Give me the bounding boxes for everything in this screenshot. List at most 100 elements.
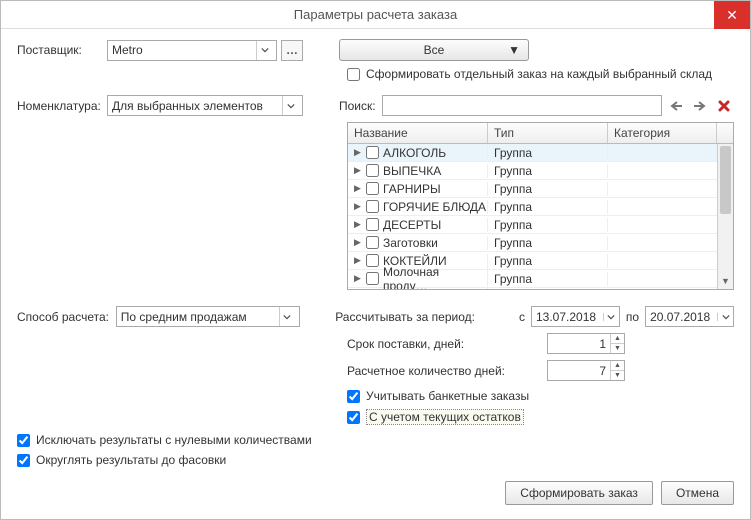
search-prev-button[interactable] [666, 96, 686, 116]
expand-icon[interactable]: ▶ [354, 147, 362, 158]
row-type: Группа [488, 272, 608, 286]
delivery-days-value: 1 [548, 337, 610, 351]
spin-up-icon[interactable]: ▲ [611, 361, 624, 371]
table-row[interactable]: ▶Молочная проду…Группа [348, 270, 717, 288]
row-name: ГАРНИРЫ [383, 182, 441, 196]
table-row[interactable]: ▶ Заготовки Группа [348, 234, 717, 252]
row-name: ВЫПЕЧКА [383, 164, 441, 178]
calc-method-label: Способ расчета: [17, 310, 116, 324]
banquet-label: Учитывать банкетные заказы [366, 389, 529, 403]
search-label: Поиск: [339, 99, 376, 113]
submit-button[interactable]: Сформировать заказ [505, 481, 653, 505]
row-name: ДЕСЕРТЫ [383, 218, 441, 232]
col-type[interactable]: Тип [488, 123, 608, 143]
expand-icon[interactable]: ▶ [354, 201, 362, 212]
separate-order-label: Сформировать отдельный заказ на каждый в… [366, 67, 712, 81]
separate-order-checkbox[interactable]: Сформировать отдельный заказ на каждый в… [347, 67, 712, 81]
row-type: Группа [488, 182, 608, 196]
exclude-zero-checkbox[interactable]: Исключать результаты с нулевыми количест… [17, 433, 312, 447]
calc-days-label: Расчетное количество дней: [347, 364, 547, 378]
period-from-value: 13.07.2018 [532, 310, 603, 324]
exclude-zero-checkbox-input[interactable] [17, 434, 30, 447]
spin-down-icon[interactable]: ▼ [611, 371, 624, 380]
from-label: с [519, 310, 525, 324]
to-label: по [626, 310, 639, 324]
supplier-select[interactable]: Metro [107, 40, 277, 61]
row-name: Заготовки [383, 236, 438, 250]
cancel-button[interactable]: Отмена [661, 481, 734, 505]
col-category[interactable]: Категория [608, 123, 717, 143]
search-next-button[interactable] [690, 96, 710, 116]
search-clear-button[interactable] [714, 96, 734, 116]
round-checkbox[interactable]: Округлять результаты до фасовки [17, 453, 226, 467]
warehouse-dropdown[interactable]: Все ▼ [339, 39, 529, 61]
row-type: Группа [488, 200, 608, 214]
table-row[interactable]: ▶ ДЕСЕРТЫ Группа [348, 216, 717, 234]
table-row[interactable]: ▶ ВЫПЕЧКА Группа [348, 162, 717, 180]
spin-up-icon[interactable]: ▲ [611, 334, 624, 344]
row-name: Молочная проду… [383, 265, 487, 290]
banquet-checkbox[interactable]: Учитывать банкетные заказы [347, 389, 529, 403]
row-checkbox[interactable] [366, 182, 379, 195]
col-name[interactable]: Название [348, 123, 488, 143]
titlebar: Параметры расчета заказа ✕ [1, 1, 750, 29]
scroll-thumb[interactable] [720, 146, 731, 214]
period-label: Рассчитывать за период: [335, 310, 513, 324]
close-button[interactable]: ✕ [714, 1, 750, 29]
row-type: Группа [488, 218, 608, 232]
expand-icon[interactable]: ▶ [354, 219, 362, 230]
calc-method-select[interactable]: По средним продажам [116, 306, 300, 327]
chevron-down-icon [256, 41, 272, 60]
scroll-down-icon[interactable]: ▼ [718, 273, 733, 289]
expand-icon[interactable]: ▶ [354, 237, 362, 248]
chevron-down-icon [603, 313, 619, 321]
separate-order-checkbox-input[interactable] [347, 68, 360, 81]
round-label: Округлять результаты до фасовки [36, 453, 226, 467]
table-row[interactable]: ▶ ГАРНИРЫ Группа [348, 180, 717, 198]
row-checkbox[interactable] [366, 218, 379, 231]
banquet-checkbox-input[interactable] [347, 390, 360, 403]
chevron-down-icon [717, 313, 733, 321]
chevron-down-icon [279, 307, 295, 326]
supplier-value: Metro [112, 43, 143, 57]
expand-icon[interactable]: ▶ [354, 165, 362, 176]
table-row[interactable]: ▶ АЛКОГОЛЬ Группа [348, 144, 717, 162]
stock-checkbox[interactable]: С учетом текущих остатков [347, 409, 524, 425]
nomenclature-select[interactable]: Для выбранных элементов [107, 95, 303, 116]
table-row[interactable]: ▶ ГОРЯЧИЕ БЛЮДАГруппа [348, 198, 717, 216]
calc-method-value: По средним продажам [121, 310, 247, 324]
delivery-days-input[interactable]: 1 ▲▼ [547, 333, 625, 354]
search-input[interactable] [382, 95, 662, 116]
supplier-browse-button[interactable]: … [281, 40, 303, 61]
row-checkbox[interactable] [366, 200, 379, 213]
supplier-label: Поставщик: [17, 43, 107, 57]
row-name: АЛКОГОЛЬ [383, 146, 446, 160]
row-checkbox[interactable] [366, 164, 379, 177]
row-type: Группа [488, 254, 608, 268]
delivery-days-label: Срок поставки, дней: [347, 337, 547, 351]
spin-down-icon[interactable]: ▼ [611, 344, 624, 353]
row-checkbox[interactable] [366, 272, 379, 285]
warehouse-value: Все [424, 43, 445, 57]
expand-icon[interactable]: ▶ [354, 183, 362, 194]
grid-scrollbar[interactable]: ▲ ▼ [717, 144, 733, 289]
chevron-down-icon: ▼ [508, 43, 520, 57]
period-from-input[interactable]: 13.07.2018 [531, 306, 620, 327]
period-to-input[interactable]: 20.07.2018 [645, 306, 734, 327]
calc-days-input[interactable]: 7 ▲▼ [547, 360, 625, 381]
row-name: ГОРЯЧИЕ БЛЮДА [383, 200, 486, 214]
row-type: Группа [488, 164, 608, 178]
stock-checkbox-input[interactable] [347, 411, 360, 424]
period-to-value: 20.07.2018 [646, 310, 717, 324]
row-checkbox[interactable] [366, 236, 379, 249]
nomenclature-grid: Название Тип Категория ▶ АЛКОГОЛЬ Группа ▶ В… [347, 122, 734, 290]
expand-icon[interactable]: ▶ [354, 273, 362, 284]
row-checkbox[interactable] [366, 146, 379, 159]
round-checkbox-input[interactable] [17, 454, 30, 467]
nomenclature-value: Для выбранных элементов [112, 99, 263, 113]
row-type: Группа [488, 236, 608, 250]
exclude-zero-label: Исключать результаты с нулевыми количест… [36, 433, 312, 447]
row-type: Группа [488, 146, 608, 160]
calc-days-value: 7 [548, 364, 610, 378]
window-title: Параметры расчета заказа [294, 7, 457, 22]
